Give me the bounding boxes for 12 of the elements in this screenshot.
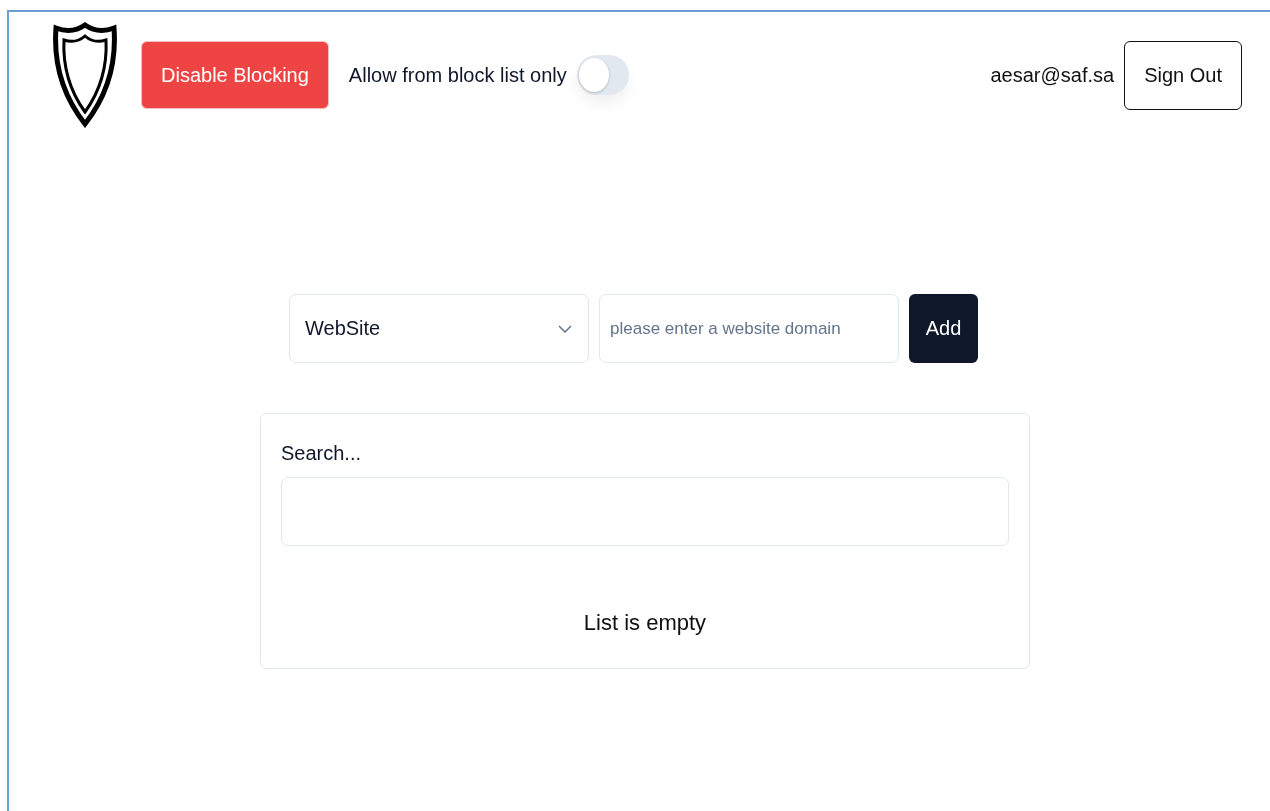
user-email: aesar@saf.sa — [990, 63, 1115, 87]
toggle-switch[interactable] — [576, 55, 629, 95]
chevron-down-icon — [558, 324, 572, 333]
empty-message: List is empty — [582, 610, 708, 636]
disable-blocking-button[interactable]: Disable Blocking — [141, 41, 329, 109]
add-button[interactable]: Add — [909, 294, 978, 363]
type-select[interactable]: WebSite — [289, 294, 589, 363]
search-label: Search... — [281, 442, 363, 465]
toggle-label: Allow from block list only — [348, 63, 567, 87]
domain-input-field[interactable]: please enter a website domain — [599, 294, 899, 363]
sign-out-button[interactable]: Sign Out — [1124, 40, 1242, 110]
search-field[interactable] — [281, 477, 1009, 546]
